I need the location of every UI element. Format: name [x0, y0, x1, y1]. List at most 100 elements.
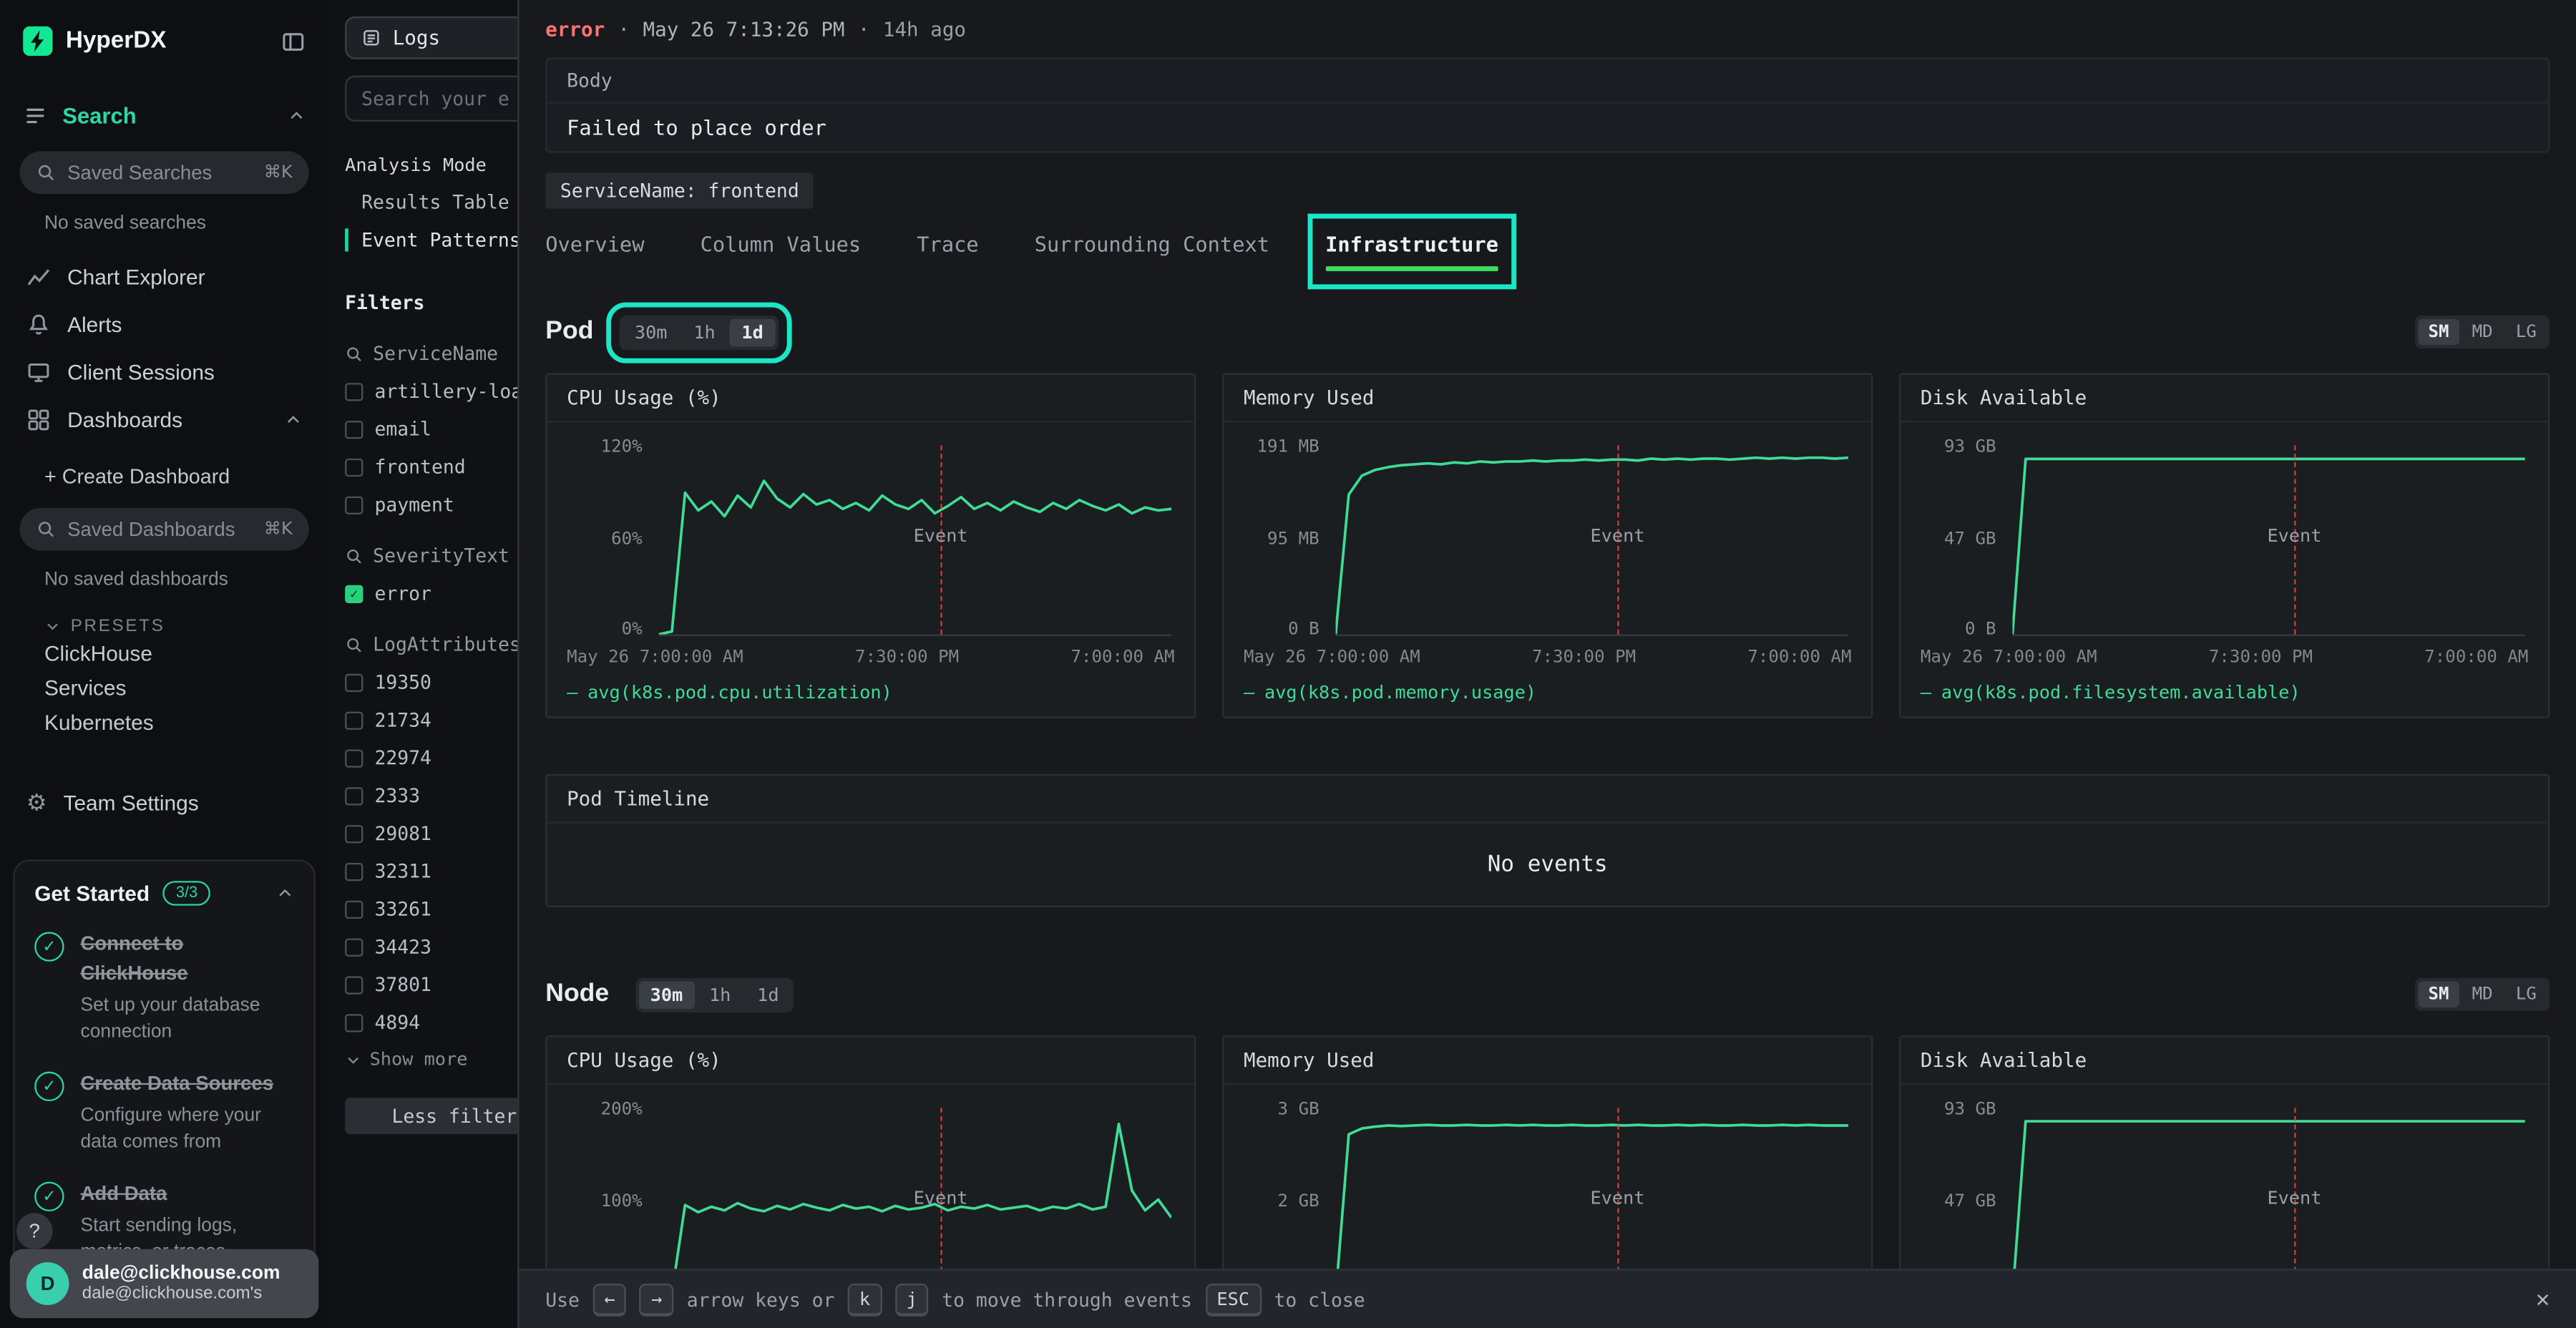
sidebar-item-chart-explorer[interactable]: Chart Explorer [0, 253, 328, 301]
create-dashboard-button[interactable]: + Create Dashboard [0, 465, 328, 494]
range-button-1h[interactable]: 1h [698, 980, 743, 1008]
preset-clickhouse[interactable]: ClickHouse [0, 636, 328, 670]
checkbox[interactable] [345, 496, 363, 514]
chart-title: Memory Used [1224, 1037, 1871, 1085]
app-title: HyperDX [66, 28, 268, 54]
filter-value-row[interactable]: 37801 [345, 973, 517, 996]
y-axis-tick: 0 B [1244, 620, 1319, 640]
filter-value-row[interactable]: 22974 [345, 746, 517, 769]
filter-group-name: SeverityText [373, 544, 509, 567]
collapse-sidebar-icon[interactable] [281, 29, 306, 53]
x-axis-tick: 7:30:00 PM [2209, 648, 2313, 668]
checkbox[interactable] [345, 1013, 363, 1031]
chevron-up-icon[interactable] [288, 106, 306, 124]
range-button-1d[interactable]: 1d [730, 318, 775, 346]
service-name-tag[interactable]: ServiceName: frontend [545, 172, 814, 209]
user-account-button[interactable]: D dale@clickhouse.com dale@clickhouse.co… [10, 1249, 319, 1318]
filter-value-row[interactable]: 2333 [345, 784, 517, 807]
checkbox[interactable]: ✓ [345, 585, 363, 602]
chart-icon [26, 265, 51, 289]
saved-dashboards-placeholder: Saved Dashboards [67, 518, 235, 541]
filter-value-row[interactable]: payment [345, 493, 517, 516]
get-started-item[interactable]: ✓ Connect to ClickHouse Set up your data… [34, 929, 294, 1045]
separator: · [618, 18, 630, 41]
show-more-button[interactable]: Show more [345, 1049, 517, 1070]
range-button-30m[interactable]: 30m [639, 980, 695, 1008]
tab-overview[interactable]: Overview [545, 232, 644, 271]
range-button-1h[interactable]: 1h [682, 318, 727, 346]
filter-value-row[interactable]: 4894 [345, 1011, 517, 1034]
checkbox[interactable] [345, 862, 363, 880]
tab-infrastructure[interactable]: Infrastructure [1325, 232, 1498, 271]
chevron-up-icon[interactable] [276, 884, 294, 902]
x-axis-tick: 7:00:00 AM [1070, 648, 1174, 668]
checkbox[interactable] [345, 711, 363, 728]
sidebar-item-team-settings[interactable]: ⚙ Team Settings [0, 779, 328, 827]
y-axis-tick: 95 MB [1244, 529, 1319, 550]
sidebar-item-dashboards[interactable]: Dashboards [0, 396, 328, 444]
size-button-sm[interactable]: SM [2419, 981, 2459, 1007]
help-button[interactable]: ? [16, 1213, 53, 1249]
right-arrow-key-icon: → [640, 1283, 673, 1316]
get-started-header[interactable]: Get Started 3/3 [34, 881, 294, 905]
preset-kubernetes[interactable]: Kubernetes [0, 705, 328, 739]
tab-surrounding-context[interactable]: Surrounding Context [1035, 232, 1269, 271]
checkbox[interactable] [345, 673, 363, 691]
analysis-mode-results-table[interactable]: Results Table [345, 190, 517, 213]
filter-value-row[interactable]: 29081 [345, 822, 517, 845]
filter-value-row[interactable]: 21734 [345, 708, 517, 731]
checkbox[interactable] [345, 937, 363, 955]
presets-header[interactable]: PRESETS [44, 616, 328, 636]
chevron-up-icon[interactable] [284, 411, 302, 429]
saved-searches-input[interactable]: Saved Searches ⌘K [20, 151, 309, 194]
checkbox[interactable] [345, 458, 363, 476]
filter-value-row[interactable]: 32311 [345, 859, 517, 882]
filter-value-row[interactable]: 33261 [345, 897, 517, 920]
size-button-md[interactable]: MD [2462, 981, 2503, 1007]
size-button-sm[interactable]: SM [2419, 319, 2459, 346]
y-axis-tick: 100% [567, 1191, 643, 1211]
less-filters-button[interactable]: Less filters [345, 1098, 517, 1134]
saved-dashboards-input[interactable]: Saved Dashboards ⌘K [20, 508, 309, 551]
filters-header: Filters [345, 291, 517, 314]
filter-group-header[interactable]: LogAttributes [345, 633, 517, 655]
sidebar-item-alerts[interactable]: Alerts [0, 301, 328, 348]
checkbox[interactable] [345, 748, 363, 766]
filter-group-header[interactable]: SeverityText [345, 544, 517, 567]
filter-value-row[interactable]: 19350 [345, 670, 517, 693]
filter-group-name: LogAttributes [373, 633, 517, 655]
sidebar-item-client-sessions[interactable]: Client Sessions [0, 348, 328, 396]
sidebar-section-search[interactable]: Search [0, 92, 328, 138]
tab-column-values[interactable]: Column Values [701, 232, 862, 271]
checkbox[interactable] [345, 900, 363, 918]
get-started-item-title: Add Data [81, 1182, 167, 1205]
analysis-mode-event-patterns[interactable]: Event Patterns [345, 228, 517, 251]
search-filters-panel: Logs Search your e Analysis Mode Results… [328, 0, 517, 1328]
checkbox[interactable] [345, 824, 363, 842]
checkbox[interactable] [345, 420, 363, 438]
filter-value-row[interactable]: email [345, 417, 517, 440]
range-button-30m[interactable]: 30m [623, 318, 679, 346]
size-button-lg[interactable]: LG [2506, 319, 2547, 346]
get-started-item[interactable]: ✓ Create Data Sources Configure where yo… [34, 1068, 294, 1156]
source-selector-button[interactable]: Logs [345, 16, 517, 59]
x-axis-tick: May 26 7:00:00 AM [1921, 648, 2097, 668]
event-search-input[interactable]: Search your e [345, 76, 517, 122]
close-icon[interactable]: ✕ [2536, 1286, 2550, 1312]
size-button-lg[interactable]: LG [2506, 981, 2547, 1007]
tab-trace[interactable]: Trace [917, 232, 978, 271]
legend-swatch: — [1244, 682, 1254, 703]
preset-services[interactable]: Services [0, 670, 328, 705]
range-button-1d[interactable]: 1d [746, 980, 791, 1008]
filter-value-row[interactable]: artillery-loa [345, 380, 517, 403]
checkbox[interactable] [345, 975, 363, 993]
checkbox[interactable] [345, 382, 363, 400]
x-axis: May 26 7:00:00 AM7:30:00 PM7:00:00 AM [1244, 648, 1851, 668]
checkbox[interactable] [345, 786, 363, 804]
filter-value-row[interactable]: 34423 [345, 935, 517, 958]
filter-value-row[interactable]: ✓error [345, 582, 517, 605]
filter-group-header[interactable]: ServiceName [345, 342, 517, 365]
filter-groups: ServiceName artillery-loa email frontend pay… [345, 342, 517, 1070]
filter-value-row[interactable]: frontend [345, 455, 517, 478]
size-button-md[interactable]: MD [2462, 319, 2503, 346]
